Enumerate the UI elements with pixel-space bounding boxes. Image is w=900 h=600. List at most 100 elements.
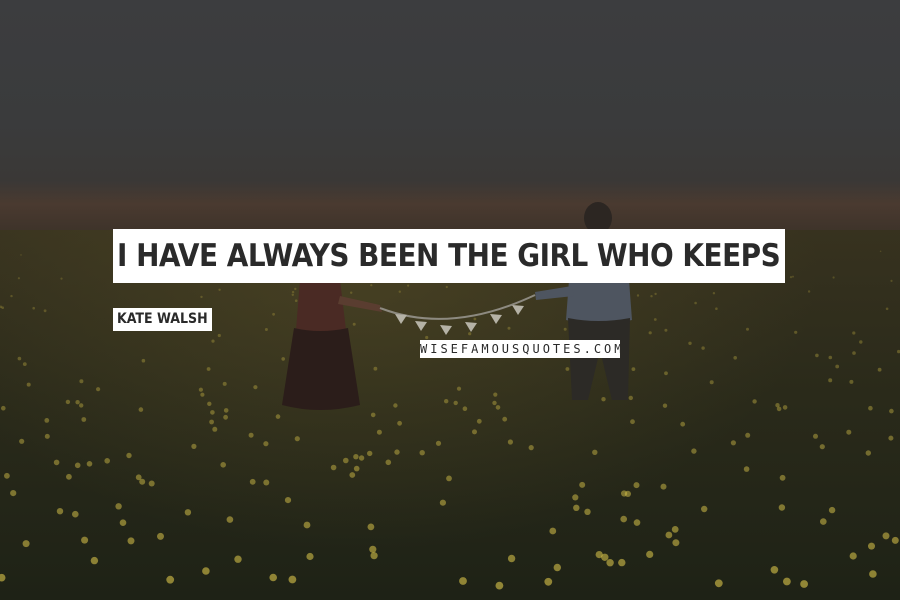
flower-dot — [782, 405, 788, 410]
flower-dot — [281, 357, 286, 361]
flower-dot — [1, 306, 4, 310]
flower-dot — [198, 387, 203, 392]
flower-dot — [565, 367, 570, 371]
flower-dot — [653, 318, 657, 321]
flower-dot — [217, 333, 221, 338]
flower-dot — [446, 475, 452, 482]
flower-dot — [879, 250, 882, 253]
flower-dot — [789, 276, 793, 279]
flower-dot — [435, 440, 442, 446]
flower-dot — [86, 461, 93, 467]
flower-dot — [445, 285, 448, 289]
flower-dot — [701, 346, 705, 350]
quote-author: Kate Walsh — [113, 308, 212, 331]
flower-dot — [573, 504, 580, 511]
flower-dot — [664, 328, 668, 332]
flower-dot — [846, 429, 852, 435]
flower-dot — [701, 505, 708, 513]
flower-dot — [807, 290, 811, 293]
background-photo: I have always been the girl who keeps on… — [0, 0, 900, 600]
flower-dot — [472, 429, 477, 435]
flower-dot — [60, 277, 63, 280]
flower-dot — [212, 426, 218, 432]
flower-dot — [56, 508, 64, 515]
flower-dot — [815, 353, 819, 358]
flower-dot — [584, 508, 591, 515]
flower-dot — [877, 367, 882, 372]
flower-dot — [476, 418, 482, 424]
flower-dot — [671, 526, 679, 533]
flower-dot — [4, 472, 10, 479]
flower-dot — [828, 378, 833, 383]
flower-dot — [492, 400, 497, 406]
flower-dot — [191, 443, 197, 449]
flower-dot — [507, 326, 511, 330]
flower-dot — [865, 450, 871, 456]
flower-dot — [439, 499, 446, 506]
flower-dot — [22, 362, 27, 366]
flower-dot — [868, 542, 875, 550]
flower-dot — [370, 284, 373, 287]
flower-dot — [275, 414, 281, 419]
flower-dot — [779, 474, 786, 481]
flower-dot — [249, 478, 256, 485]
flower-dot — [79, 379, 84, 384]
flower-dot — [53, 459, 60, 466]
flower-dot — [407, 284, 410, 287]
flower-dot — [419, 450, 425, 456]
flower-dot — [376, 429, 382, 435]
flower-dot — [849, 379, 854, 384]
flower-dot — [888, 435, 894, 441]
flower-dot — [44, 433, 50, 439]
flower-dot — [248, 432, 254, 438]
flower-dot — [127, 537, 135, 545]
flower-dot — [394, 449, 400, 455]
flower-dot — [495, 581, 504, 590]
flower-dot — [22, 540, 30, 548]
flower-dot — [32, 306, 35, 310]
flower-dot — [44, 418, 50, 423]
flower-dot — [648, 331, 652, 335]
flower-dot — [223, 408, 229, 413]
flower-dot — [633, 482, 640, 489]
flower-dot — [889, 408, 894, 414]
flower-dot — [226, 516, 234, 523]
flower-dot — [294, 436, 300, 442]
flower-dot — [184, 509, 192, 516]
flower-dot — [714, 579, 723, 588]
flower-dot — [43, 309, 47, 313]
flower-dot — [820, 518, 827, 525]
flower-dot — [709, 380, 714, 385]
flower-dot — [572, 494, 579, 501]
flower-dot — [138, 407, 144, 412]
flower-dot — [620, 515, 627, 523]
flower-dot — [495, 405, 501, 410]
flower-dot — [0, 573, 6, 582]
flower-dot — [79, 403, 84, 408]
flower-dot — [664, 371, 668, 376]
flower-dot — [264, 328, 268, 331]
flower-dot — [272, 312, 275, 316]
flower-dot — [393, 403, 398, 408]
flower-dot — [104, 458, 110, 464]
flower-dot — [20, 254, 22, 256]
flower-dot — [397, 420, 402, 426]
flower-dot — [502, 416, 508, 422]
flower-dot — [794, 330, 798, 334]
flower-dot — [660, 483, 667, 490]
flower-dot — [890, 279, 893, 282]
flower-dot — [770, 566, 779, 574]
watermark-site: wisefamousquotes.com — [420, 340, 620, 358]
garland-flags — [395, 305, 524, 335]
flower-dot — [688, 341, 692, 345]
flower-dot — [370, 552, 378, 560]
flower-dot — [852, 351, 856, 355]
flower-dot — [606, 559, 614, 567]
flower-dot — [891, 536, 899, 544]
flower-dot — [202, 567, 210, 575]
flower-dot — [74, 462, 81, 469]
flower-dot — [72, 510, 79, 518]
flower-dot — [636, 294, 640, 297]
flower-dot — [370, 412, 376, 418]
flower-dot — [343, 457, 349, 464]
